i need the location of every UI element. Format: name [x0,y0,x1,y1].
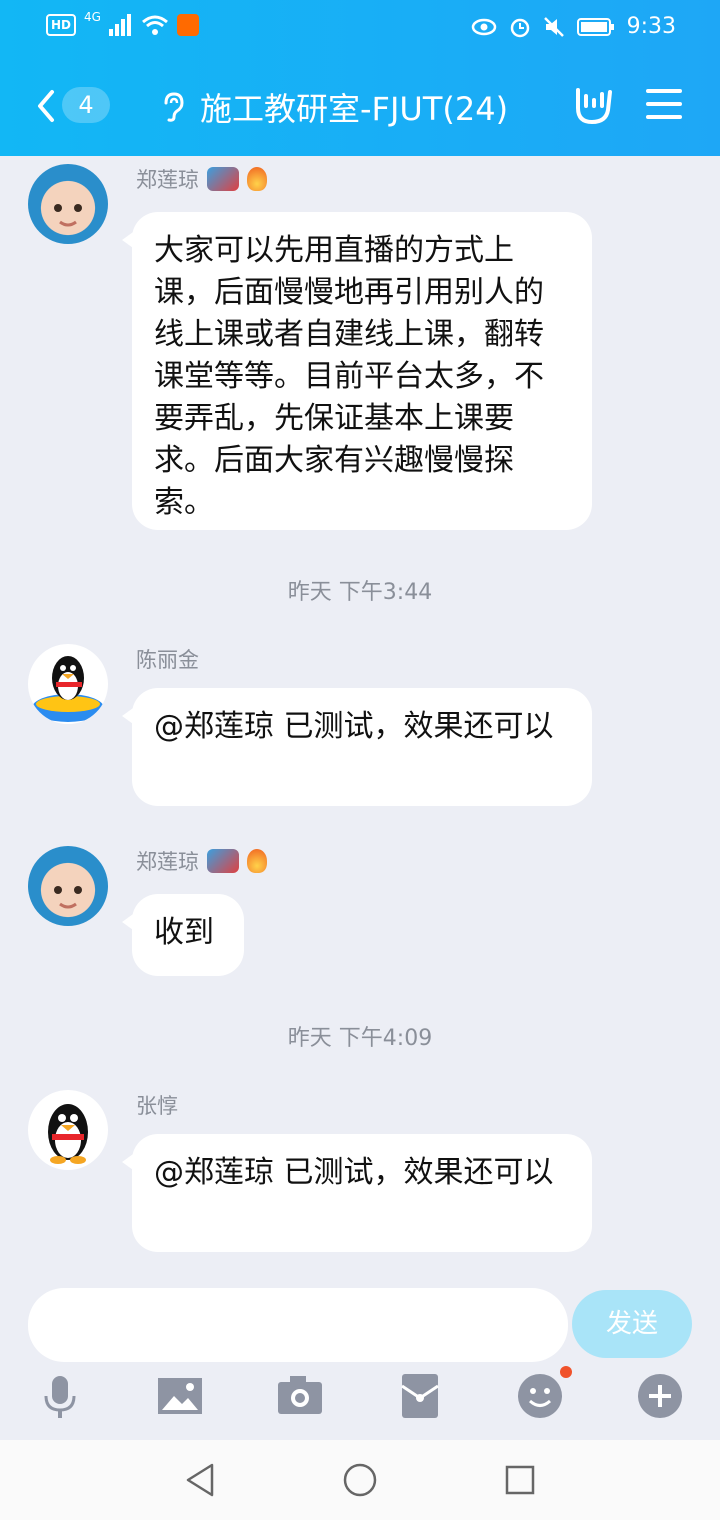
red-packet-icon[interactable] [396,1372,444,1420]
avatar[interactable] [28,164,108,244]
fire-badge-icon [247,849,267,873]
composer: 发送 [0,1280,720,1440]
message-bubble[interactable]: @郑莲琼 已测试，效果还可以 [122,688,592,806]
taobao-app-icon [176,14,199,36]
sender-name: 郑莲琼 [136,846,267,876]
signal-icon [108,14,131,36]
avatar[interactable] [28,846,108,926]
timestamp: 昨天 下午3:44 [287,580,433,605]
mic-icon[interactable] [36,1372,84,1420]
battery-icon [576,17,614,36]
clock: 9:33 [626,14,676,39]
message-bubble[interactable]: @郑莲琼 已测试，效果还可以 [122,1134,592,1252]
sender-name-text: 张惇 [136,1094,178,1118]
nav-bar: 4 施工教研室-FJUT(24) [0,56,720,156]
top-header: HD 4G 9:33 4 施工教研室-FJUT(24) [0,0,720,156]
notification-dot [560,1366,572,1378]
composer-toolbar [0,1366,720,1432]
dragon-badge-icon [207,849,239,873]
image-icon[interactable] [156,1372,204,1420]
mute-icon [543,16,564,37]
message-text: 大家可以先用直播的方式上课，后面慢慢地再引用别人的线上课或者自建线上课，翻转课堂… [154,233,544,520]
ear-icon [164,92,184,122]
wifi-icon [141,15,168,35]
avatar[interactable] [28,1090,108,1170]
nav-home-icon[interactable] [342,1462,378,1498]
send-button[interactable]: 发送 [572,1290,692,1358]
chat-title: 施工教研室-FJUT(24) [200,90,509,128]
unread-badge[interactable]: 4 [62,87,110,123]
emoji-button[interactable] [516,1366,572,1420]
message-bubble[interactable]: 收到 [122,894,244,976]
sender-name-text: 郑莲琼 [136,850,199,874]
message-text: 收到 [154,915,214,950]
message-bubble[interactable]: 大家可以先用直播的方式上课，后面慢慢地再引用别人的线上课或者自建线上课，翻转课堂… [122,212,592,530]
message-text: @郑莲琼 已测试，效果还可以 [154,709,554,744]
menu-icon[interactable] [646,89,682,119]
avatar[interactable] [28,644,108,724]
hd-icon: HD [46,14,77,36]
sender-name: 陈丽金 [136,644,199,674]
rock-hand-icon[interactable] [572,86,614,126]
chat-title-area[interactable]: 施工教研室-FJUT(24) [160,84,508,130]
status-bar: HD 4G 9:33 [0,0,720,56]
plus-icon[interactable] [636,1372,684,1420]
emoji-icon [518,1374,562,1418]
sender-name: 郑莲琼 [136,164,267,194]
message-input[interactable] [28,1288,568,1362]
sender-name: 张惇 [136,1090,178,1120]
nav-back-icon[interactable] [184,1462,216,1498]
sender-name-text: 郑莲琼 [136,168,199,192]
dragon-badge-icon [207,167,239,191]
alarm-icon [510,18,529,37]
network-label: 4G [84,10,101,24]
camera-icon[interactable] [276,1372,324,1420]
system-nav-bar [0,1440,720,1520]
fire-badge-icon [247,167,267,191]
timestamp: 昨天 下午4:09 [287,1026,433,1051]
message-text: @郑莲琼 已测试，效果还可以 [154,1155,554,1190]
eye-icon [471,18,496,35]
sender-name-text: 陈丽金 [136,648,199,672]
nav-recents-icon[interactable] [504,1464,536,1496]
